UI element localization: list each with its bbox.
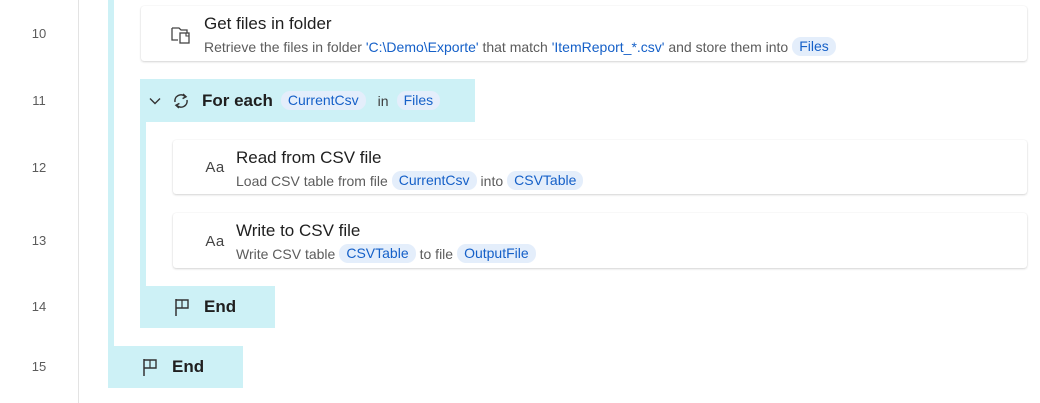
line-number: 13 (31, 233, 47, 248)
flag-icon (172, 296, 192, 318)
description-text: Retrieve the files in folder (204, 38, 366, 55)
end-label: End (172, 357, 205, 376)
text-aa-icon: Aa (205, 232, 225, 250)
variable-token-currentcsv[interactable]: CurrentCsv (280, 91, 366, 110)
loop-icon (168, 90, 194, 112)
action-title: Get files in folder (204, 14, 332, 33)
variable-token-files[interactable]: Files (396, 91, 441, 110)
action-description: Retrieve the files in folder 'C:\Demo\Ex… (204, 37, 840, 56)
line-number: 15 (31, 359, 47, 374)
line-number: 14 (31, 299, 47, 314)
variable-token-files[interactable]: Files (792, 37, 836, 56)
description-text: into (480, 172, 504, 189)
action-get-files-in-folder[interactable]: Get files in folder Retrieve the files i… (141, 6, 1027, 61)
end-label: End (204, 297, 237, 316)
variable-token-currentcsv[interactable]: CurrentCsv (391, 171, 477, 190)
action-description: Write CSV table CSVTable to file OutputF… (236, 244, 540, 263)
text-aa-icon: Aa (205, 158, 225, 176)
line-number: 11 (32, 93, 46, 108)
line-number: 12 (31, 160, 47, 175)
for-each-nesting-bar (140, 120, 146, 290)
description-text: Load CSV table from file (236, 172, 388, 189)
action-title: Read from CSV file (236, 148, 382, 167)
in-keyword: in (377, 92, 389, 109)
chevron-down-icon[interactable] (146, 92, 164, 110)
end-for-each-header: End (172, 286, 236, 328)
flag-icon (140, 356, 160, 378)
description-text: that match (478, 38, 552, 55)
folder-files-icon (169, 24, 193, 46)
variable-token-csvtable[interactable]: CSVTable (507, 171, 584, 190)
folder-path-value: 'C:\Demo\Exporte' (365, 38, 479, 55)
variable-token-csvtable[interactable]: CSVTable (339, 244, 416, 263)
end-outer-header: End (140, 346, 204, 388)
description-text: and store them into (664, 38, 789, 55)
for-each-label: For each (202, 90, 273, 110)
description-text: Write CSV table (236, 245, 336, 262)
outer-block-nesting-bar (108, 0, 114, 347)
file-pattern-value: 'ItemReport_*.csv' (551, 38, 665, 55)
action-title: Write to CSV file (236, 221, 361, 240)
action-read-from-csv[interactable]: Aa Read from CSV file Load CSV table fro… (173, 140, 1027, 194)
line-number-gutter: 10 11 12 13 14 15 (0, 0, 79, 403)
action-write-to-csv[interactable]: Aa Write to CSV file Write CSV table CSV… (173, 213, 1027, 268)
line-number: 10 (31, 26, 47, 41)
for-each-header: For each CurrentCsv in Files (146, 79, 444, 122)
action-description: Load CSV table from file CurrentCsv into… (236, 171, 587, 190)
variable-token-outputfile[interactable]: OutputFile (457, 244, 536, 263)
description-text: to file (419, 245, 454, 262)
